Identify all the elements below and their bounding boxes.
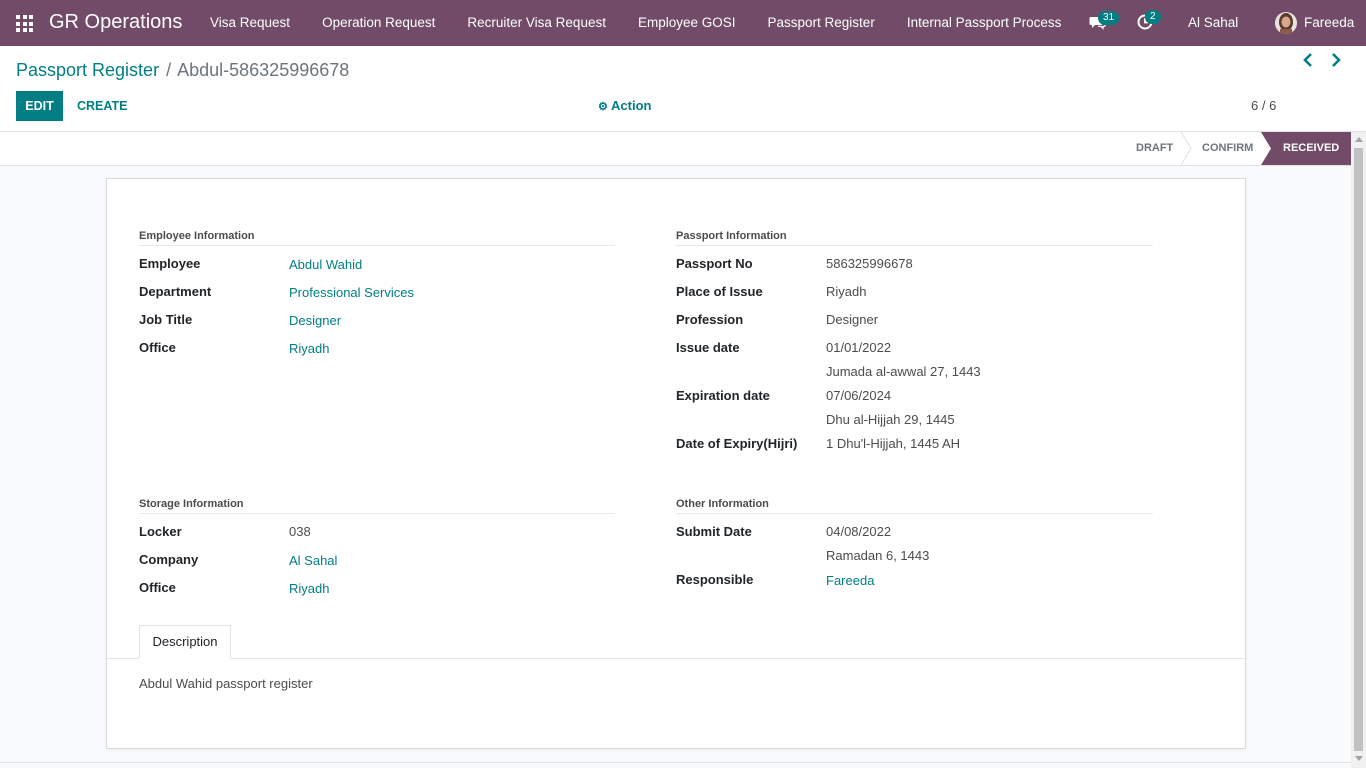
place-of-issue-label: Place of Issue: [676, 284, 763, 299]
issue-date-value: 01/01/2022: [826, 340, 892, 355]
employee-label: Employee: [139, 256, 201, 271]
action-label: Action: [611, 98, 652, 113]
user-avatar[interactable]: [1275, 12, 1297, 34]
other-info-title: Other Information: [676, 498, 769, 510]
menu-employee-gosi[interactable]: Employee GOSI: [622, 0, 752, 46]
menu-passport-register[interactable]: Passport Register: [752, 0, 891, 46]
pager-next-icon[interactable]: [1329, 52, 1343, 68]
stage-draft[interactable]: DRAFT: [1136, 132, 1173, 165]
job-title-label: Job Title: [139, 312, 193, 327]
submit-date-label: Submit Date: [676, 524, 752, 539]
main-menu: Visa Request Operation Request Recruiter…: [194, 0, 1077, 46]
stage-received-active[interactable]: RECEIVED: [1261, 132, 1351, 165]
scroll-down-arrow[interactable]: [1355, 756, 1363, 761]
top-navbar: GR Operations Visa Request Operation Req…: [0, 0, 1366, 46]
place-of-issue-value: Riyadh: [826, 284, 867, 299]
group-divider: [676, 513, 1153, 514]
passport-no-value: 586325996678: [826, 256, 913, 271]
office-label: Office: [139, 340, 176, 355]
messages-icon[interactable]: 31: [1089, 11, 1120, 34]
locker-label: Locker: [139, 524, 182, 539]
responsible-value[interactable]: Fareeda: [826, 573, 874, 588]
employee-info-title: Employee Information: [139, 230, 255, 242]
breadcrumb: Passport Register / Abdul-586325996678: [16, 60, 349, 81]
menu-operation-request[interactable]: Operation Request: [306, 0, 451, 46]
passport-info-title: Passport Information: [676, 230, 787, 242]
tab-description[interactable]: Description: [139, 625, 231, 659]
stage-separator: [1180, 132, 1192, 165]
scrollbar-thumb[interactable]: [1354, 148, 1363, 751]
expiration-date-label: Expiration date: [676, 388, 770, 403]
date-of-expiry-hijri-value: 1 Dhu'l-Hijjah, 1445 AH: [826, 436, 960, 451]
profession-label: Profession: [676, 312, 744, 327]
action-dropdown[interactable]: ⚙ Action: [598, 91, 651, 122]
apps-menu-icon[interactable]: [16, 15, 33, 32]
pager-value[interactable]: 6 / 6: [1251, 91, 1276, 121]
bottom-divider: [0, 762, 1351, 763]
profession-value: Designer: [826, 312, 879, 327]
breadcrumb-current: Abdul-586325996678: [177, 60, 350, 80]
create-button[interactable]: CREATE: [77, 91, 127, 121]
storage-office-value[interactable]: Riyadh: [289, 581, 329, 596]
breadcrumb-parent[interactable]: Passport Register: [16, 60, 159, 80]
menu-recruiter-visa-request[interactable]: Recruiter Visa Request: [451, 0, 622, 46]
menu-visa-request[interactable]: Visa Request: [194, 0, 306, 46]
expiration-date-value: 07/06/2024: [826, 388, 892, 403]
expiration-date-hijri: Dhu al-Hijjah 29, 1445: [826, 412, 955, 427]
activity-clock-icon[interactable]: 2: [1136, 10, 1161, 33]
app-brand[interactable]: GR Operations: [49, 11, 182, 34]
description-text: Abdul Wahid passport register: [139, 676, 313, 691]
locker-value: 038: [289, 524, 311, 539]
office-value[interactable]: Riyadh: [289, 341, 329, 356]
company-switcher[interactable]: Al Sahal: [1188, 15, 1238, 30]
storage-office-label: Office: [139, 580, 176, 595]
tab-divider: [107, 658, 1245, 659]
stage-confirm[interactable]: CONFIRM: [1202, 132, 1253, 165]
edit-button[interactable]: EDIT: [16, 91, 63, 121]
breadcrumb-separator: /: [166, 60, 172, 80]
gear-icon: ⚙: [598, 101, 608, 113]
submit-date-value: 04/08/2022: [826, 524, 892, 539]
menu-internal-passport-process[interactable]: Internal Passport Process: [891, 0, 1078, 46]
scroll-up-arrow[interactable]: [1355, 137, 1363, 142]
date-of-expiry-hijri-label: Date of Expiry(Hijri): [676, 436, 798, 451]
control-panel: Passport Register / Abdul-586325996678 E…: [0, 46, 1366, 132]
group-divider: [676, 245, 1153, 246]
responsible-label: Responsible: [676, 572, 754, 587]
group-divider: [139, 513, 615, 514]
company-value[interactable]: Al Sahal: [289, 553, 337, 568]
job-title-value[interactable]: Designer: [289, 313, 341, 328]
issue-date-label: Issue date: [676, 340, 740, 355]
pager-previous-icon[interactable]: [1301, 52, 1315, 68]
submit-date-hijri: Ramadan 6, 1443: [826, 548, 930, 563]
issue-date-hijri: Jumada al-awwal 27, 1443: [826, 364, 981, 379]
messages-count-badge: 31: [1098, 11, 1120, 25]
user-menu[interactable]: Fareeda: [1304, 15, 1354, 30]
storage-info-title: Storage Information: [139, 498, 244, 510]
employee-value[interactable]: Abdul Wahid: [289, 257, 362, 272]
company-label: Company: [139, 552, 199, 567]
activities-count-badge: 2: [1145, 10, 1161, 24]
department-label: Department: [139, 284, 212, 299]
form-sheet: Employee Information Employee Abdul Wahi…: [106, 178, 1246, 749]
group-divider: [139, 245, 615, 246]
department-value[interactable]: Professional Services: [289, 285, 414, 300]
passport-no-label: Passport No: [676, 256, 753, 271]
status-bar: DRAFT CONFIRM RECEIVED: [0, 132, 1351, 166]
